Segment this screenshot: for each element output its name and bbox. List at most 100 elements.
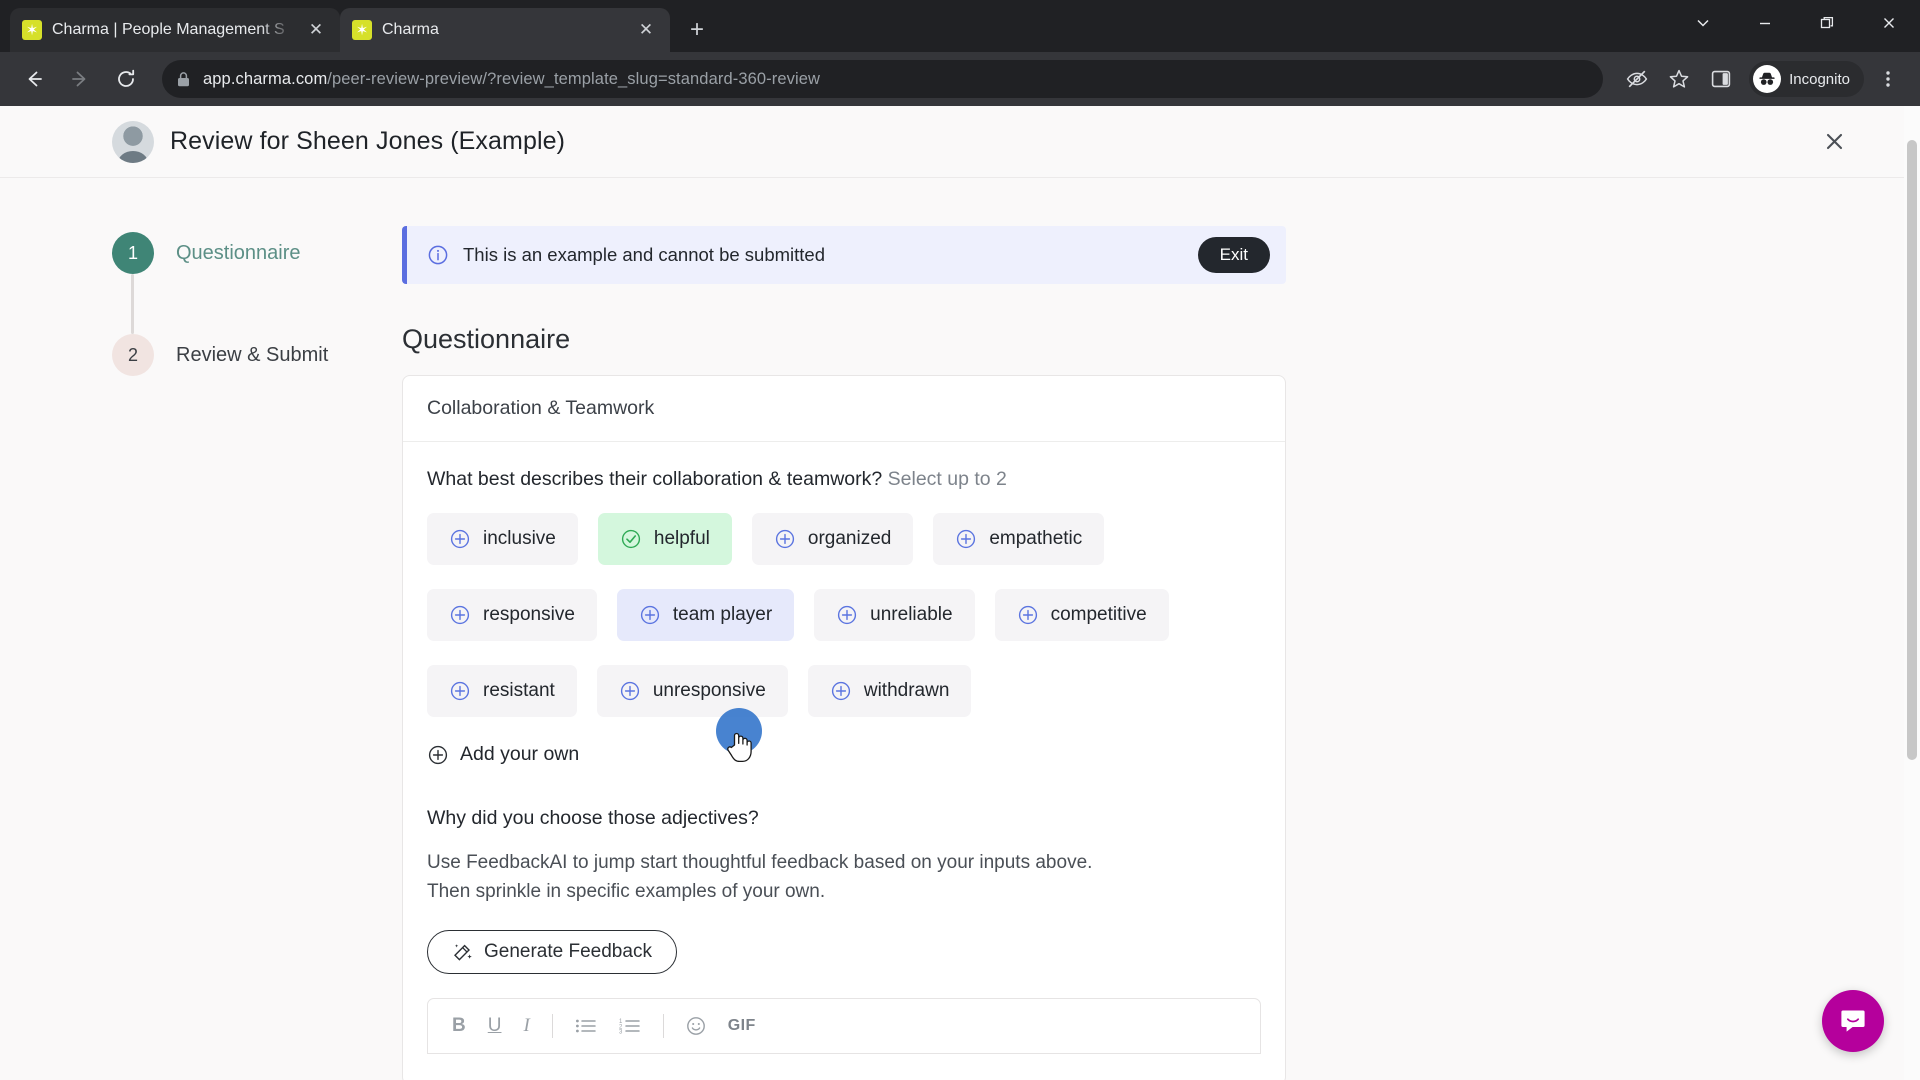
plus-circle-icon <box>774 528 796 550</box>
tab-title: Charma <box>382 21 439 38</box>
bulleted-list-icon[interactable] <box>575 1014 597 1038</box>
plus-circle-icon <box>639 604 661 626</box>
adjective-chip-responsive[interactable]: responsive <box>427 589 597 641</box>
add-your-own-label: Add your own <box>460 743 580 765</box>
stepper-item-review-submit[interactable]: 2 Review & Submit <box>112 334 402 376</box>
question-1-text: What best describes their collaboration … <box>427 468 883 490</box>
side-panel-icon[interactable] <box>1703 61 1739 97</box>
stepper-connector <box>131 274 134 334</box>
scrollbar-thumb[interactable] <box>1907 140 1917 760</box>
adjective-chip-competitive[interactable]: competitive <box>994 589 1169 641</box>
toolbar-separator <box>551 1014 553 1039</box>
adjective-chip-label: unreliable <box>870 604 953 625</box>
card-body: What best describes their collaboration … <box>403 442 1285 1080</box>
third-party-cookie-blocked-icon[interactable] <box>1619 61 1655 97</box>
banner-message: This is an example and cannot be submitt… <box>463 244 825 265</box>
review-header: Review for Sheen Jones (Example) <box>0 106 1920 178</box>
tab-strip: ✶ Charma | People Management S ✕ ✶ Charm… <box>0 0 1920 52</box>
charma-star-icon: ✶ <box>352 20 372 40</box>
adjective-chip-label: empathetic <box>989 528 1083 549</box>
forward-arrow-icon[interactable] <box>60 59 100 99</box>
back-arrow-icon[interactable] <box>14 59 54 99</box>
bookmark-star-icon[interactable] <box>1661 61 1697 97</box>
adjective-chip-withdrawn[interactable]: withdrawn <box>807 665 972 717</box>
gif-button[interactable]: GIF <box>728 1014 756 1038</box>
page-viewport: Review for Sheen Jones (Example) 1 Quest… <box>0 106 1920 1080</box>
step-label: Review & Submit <box>176 343 329 366</box>
charma-star-icon: ✶ <box>22 20 42 40</box>
stepper-item-questionnaire[interactable]: 1 Questionnaire <box>112 232 402 274</box>
generate-feedback-button[interactable]: Generate Feedback <box>427 930 677 975</box>
adjective-chip-label: helpful <box>653 528 710 549</box>
adjective-chip-helpful[interactable]: helpful <box>597 513 732 565</box>
magic-wand-icon <box>452 942 473 963</box>
lock-icon <box>178 71 189 86</box>
adjective-chip-team-player[interactable]: team player <box>616 589 795 641</box>
feedback-ai-description: Use FeedbackAI to jump start thoughtful … <box>427 848 1257 907</box>
adjective-chip-empathetic[interactable]: empathetic <box>933 513 1105 565</box>
plus-circle-icon <box>619 680 641 702</box>
tab-close-icon[interactable]: ✕ <box>634 18 658 42</box>
adjective-chip-organized[interactable]: organized <box>751 513 914 565</box>
adjective-chip-inclusive[interactable]: inclusive <box>427 513 578 565</box>
bold-button[interactable]: B <box>452 1014 466 1038</box>
page-scrollbar[interactable] <box>1904 106 1920 1080</box>
question-2-label: Why did you choose those adjectives? <box>427 806 759 829</box>
question-1-label: What best describes their collaboration … <box>427 468 1261 491</box>
reload-icon[interactable] <box>106 59 146 99</box>
url-text: app.charma.com/peer-review-preview/?revi… <box>203 70 820 89</box>
step-label: Questionnaire <box>176 241 301 264</box>
adjective-chip-unreliable[interactable]: unreliable <box>814 589 975 641</box>
plus-circle-icon <box>449 680 471 702</box>
new-tab-button[interactable]: + <box>678 11 716 49</box>
numbered-list-icon[interactable]: 123 <box>619 1014 641 1038</box>
address-bar[interactable]: app.charma.com/peer-review-preview/?revi… <box>162 60 1604 98</box>
incognito-label: Incognito <box>1789 70 1850 88</box>
plus-circle-icon <box>449 528 471 550</box>
window-controls <box>1672 0 1920 46</box>
incognito-profile-chip[interactable]: Incognito <box>1749 61 1864 97</box>
plus-circle-icon <box>1017 604 1039 626</box>
adjective-chip-group: inclusive helpful organized empathetic respo… <box>427 513 1237 717</box>
adjective-chip-label: withdrawn <box>863 680 950 701</box>
stepper: 1 Questionnaire 2 Review & Submit <box>112 226 402 1080</box>
browser-tab-2[interactable]: ✶ Charma ✕ <box>340 8 670 52</box>
section-title: Questionnaire <box>402 324 571 354</box>
adjective-chip-label: responsive <box>483 604 575 625</box>
toolbar-separator <box>662 1014 664 1039</box>
url-path: /peer-review-preview/?review_template_sl… <box>327 69 821 88</box>
plus-circle-icon <box>427 744 449 766</box>
card-heading: Collaboration & Teamwork <box>403 376 1285 442</box>
questionnaire-card: Collaboration & Teamwork What best descr… <box>402 375 1286 1080</box>
plus-circle-icon <box>830 680 852 702</box>
intercom-chat-launcher[interactable] <box>1822 990 1884 1052</box>
feedback-ai-description-line1: Use FeedbackAI to jump start thoughtful … <box>427 851 1093 873</box>
adjective-chip-unresponsive[interactable]: unresponsive <box>596 665 788 717</box>
emoji-icon[interactable] <box>686 1014 706 1038</box>
step-number-badge: 2 <box>112 334 154 376</box>
check-circle-icon <box>620 528 642 550</box>
adjective-chip-label: resistant <box>483 680 555 701</box>
plus-circle-icon <box>836 604 858 626</box>
adjective-chip-label: team player <box>672 604 773 625</box>
tab-search-chevron-down-icon[interactable] <box>1672 0 1734 46</box>
exit-button[interactable]: Exit <box>1197 237 1270 273</box>
maximize-restore-icon[interactable] <box>1796 0 1858 46</box>
italic-button[interactable]: I <box>523 1014 529 1038</box>
incognito-icon <box>1753 65 1782 93</box>
adjective-chip-resistant[interactable]: resistant <box>427 665 577 717</box>
page-body: 1 Questionnaire 2 Review & Submit This i… <box>0 178 1920 1080</box>
step-number-badge: 1 <box>112 232 154 274</box>
adjective-chip-label: unresponsive <box>652 680 766 701</box>
feedback-ai-description-line2: Then sprinkle in specific examples of yo… <box>427 880 826 902</box>
close-icon[interactable] <box>1816 124 1852 160</box>
add-your-own-button[interactable]: Add your own <box>427 743 579 766</box>
adjective-chip-label: organized <box>807 528 892 549</box>
close-window-icon[interactable] <box>1858 0 1920 46</box>
tab-close-icon[interactable]: ✕ <box>304 18 328 42</box>
underline-button[interactable]: U <box>488 1014 502 1038</box>
browser-tab-1[interactable]: ✶ Charma | People Management S ✕ <box>10 8 340 52</box>
kebab-menu-icon[interactable] <box>1870 61 1906 97</box>
minimize-icon[interactable] <box>1734 0 1796 46</box>
tab-title: Charma | People Management S <box>52 21 285 38</box>
